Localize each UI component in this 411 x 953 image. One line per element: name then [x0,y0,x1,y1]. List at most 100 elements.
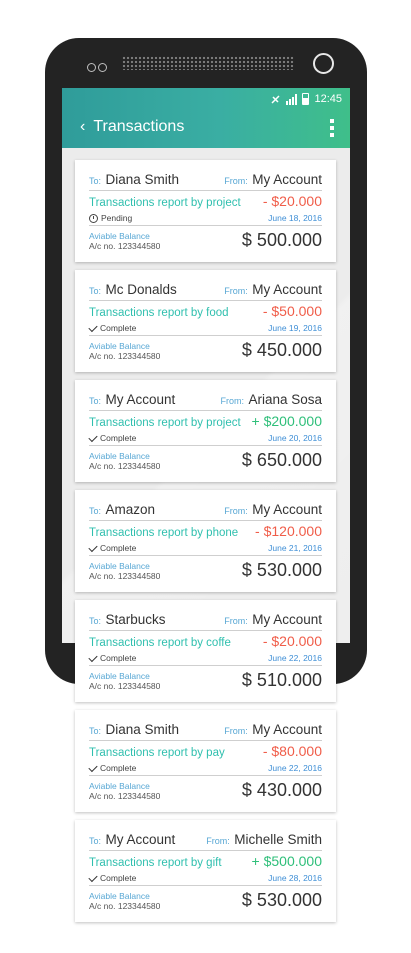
from-label: From: [224,176,248,186]
recipient-name: Diana Smith [105,722,180,737]
balance-label: Aviable Balance [89,451,150,461]
divider [89,410,322,411]
recipient-name: My Account [105,392,176,407]
recipient-name: Amazon [105,502,155,517]
status-bar: 12:45 [270,92,342,106]
transaction-description: Transactions report by food [89,307,229,319]
account-value: 123344580 [117,571,161,581]
check-icon [88,872,98,882]
account-prefix: A/c no. [89,901,116,911]
transaction-card[interactable]: To: Diana Smith From: My Account Transac… [75,160,336,262]
account-number: A/c no. 123344580 [89,241,160,251]
sender-name: Ariana Sosa [248,392,322,407]
transaction-description: Transactions report by project [89,197,241,209]
sender-name: My Account [252,722,322,737]
account-number: A/c no. 123344580 [89,351,160,361]
account-value: 123344580 [117,681,161,691]
from-label: From: [224,616,248,626]
speaker-grille [122,56,294,70]
transaction-date: June 20, 2016 [268,433,322,443]
account-value: 123344580 [117,241,161,251]
transaction-date: June 22, 2016 [268,763,322,773]
transaction-status: Complete [88,432,136,443]
to-label: To: [89,396,102,406]
balance-label: Aviable Balance [89,671,150,681]
transaction-amount: - $120.000 [255,523,322,539]
transaction-description: Transactions report by project [89,417,241,429]
from-label: From: [220,396,245,406]
transaction-date: June 22, 2016 [268,653,322,663]
account-number: A/c no. 123344580 [89,681,160,691]
transaction-description: Transactions report by pay [89,747,225,759]
divider [89,630,322,631]
transaction-card[interactable]: To: Mc Donalds From: My Account Transact… [75,270,336,372]
available-balance: $ 500.000 [241,230,322,250]
transaction-date: June 28, 2016 [268,873,322,883]
transaction-card[interactable]: To: Diana Smith From: My Account Transac… [75,710,336,812]
transaction-description: Transactions report by coffe [89,637,231,649]
transaction-amount: - $20.000 [262,193,322,209]
card-header: To: My Account From: Ariana Sosa [89,391,322,409]
balance-label: Aviable Balance [89,561,150,571]
balance-label: Aviable Balance [89,891,150,901]
sender-name: My Account [252,612,322,627]
sender-name: My Account [252,502,322,517]
balance-label: Aviable Balance [89,231,150,241]
sensor-icon [98,63,107,72]
from-label: From: [224,286,248,296]
check-icon [88,652,98,662]
transaction-amount: + $500.000 [251,853,322,869]
available-balance: $ 430.000 [241,780,322,800]
transaction-date: June 18, 2016 [268,213,322,223]
overflow-menu-icon[interactable] [330,119,334,137]
account-value: 123344580 [117,351,161,361]
check-icon [88,322,98,332]
transaction-card[interactable]: To: My Account From: Michelle Smith Tran… [75,820,336,922]
status-label: Complete [100,323,137,333]
transaction-amount: - $20.000 [262,633,322,649]
clock-icon [89,213,98,223]
sender-name: My Account [252,282,322,297]
home-button[interactable] [313,53,334,74]
available-balance: $ 510.000 [241,670,322,690]
to-label: To: [89,726,102,736]
app-title: ‹ Transactions [80,118,184,136]
divider [89,445,322,446]
transaction-card[interactable]: To: My Account From: Ariana Sosa Transac… [75,380,336,482]
available-balance: $ 650.000 [241,450,322,470]
account-number: A/c no. 123344580 [89,571,160,581]
to-label: To: [89,836,102,846]
check-icon [88,432,98,442]
card-header: To: My Account From: Michelle Smith [89,831,322,849]
transaction-status: Complete [88,762,136,773]
to-label: To: [89,286,102,296]
available-balance: $ 530.000 [241,890,322,910]
back-icon[interactable]: ‹ [80,118,85,136]
transaction-status: Pending [89,213,132,223]
card-header: To: Diana Smith From: My Account [89,171,322,189]
transaction-card[interactable]: To: Amazon From: My Account Transactions… [75,490,336,592]
transaction-card[interactable]: To: Starbucks From: My Account Transacti… [75,600,336,702]
divider [89,555,322,556]
divider [89,775,322,776]
transaction-date: June 21, 2016 [268,543,322,553]
to-label: To: [89,616,102,626]
from-label: From: [224,506,248,516]
account-value: 123344580 [117,901,161,911]
check-icon [88,762,98,772]
status-label: Complete [100,653,137,663]
account-number: A/c no. 123344580 [89,461,160,471]
page-title: Transactions [93,118,185,135]
account-value: 123344580 [117,461,161,471]
check-icon [88,542,98,552]
status-label: Pending [101,213,133,223]
transaction-status: Complete [88,652,137,663]
card-header: To: Amazon From: My Account [89,501,322,519]
divider [89,850,322,851]
app-bar: 12:45 ‹ Transactions [62,88,350,148]
from-label: From: [224,726,248,736]
account-prefix: A/c no. [89,681,116,691]
card-header: To: Starbucks From: My Account [89,611,322,629]
sensor-icon [87,63,96,72]
transaction-amount: - $80.000 [262,743,322,759]
